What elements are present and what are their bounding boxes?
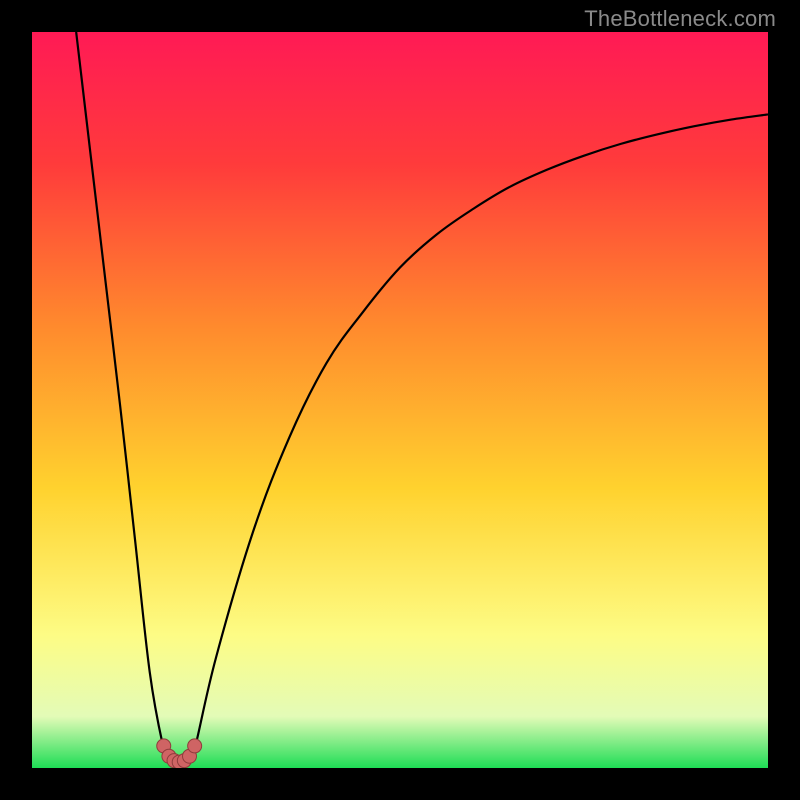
chart-canvas	[32, 32, 768, 768]
plot-area	[32, 32, 768, 768]
watermark-text: TheBottleneck.com	[584, 6, 776, 32]
gradient-background	[32, 32, 768, 768]
cusp-marker	[188, 739, 202, 753]
chart-frame: TheBottleneck.com	[0, 0, 800, 800]
